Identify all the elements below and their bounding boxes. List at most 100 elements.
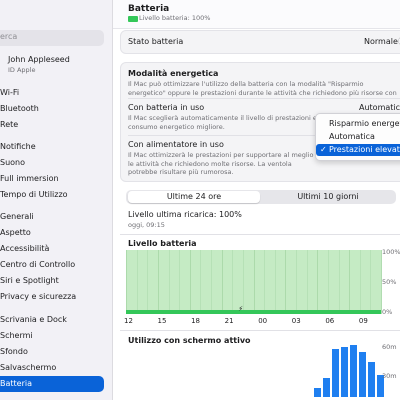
grid-line xyxy=(338,250,340,314)
grid-line xyxy=(274,250,276,314)
charging-icon: ⚡ xyxy=(238,305,244,313)
grid-line xyxy=(179,250,181,314)
page-header: Batteria Livello batteria: 100% xyxy=(113,0,400,29)
menu-option-low-power[interactable]: Risparmio energetico xyxy=(316,118,400,130)
sidebar-item-wi-fi[interactable]: Wi-Fi xyxy=(0,85,104,101)
sidebar-item-accessibilit-[interactable]: Accessibilità xyxy=(0,241,104,257)
energy-mode-menu[interactable]: Risparmio energetico Automatica ✓ Presta… xyxy=(315,113,400,161)
grid-line xyxy=(264,250,266,314)
usage-bar xyxy=(368,362,375,397)
grid-line xyxy=(211,250,212,314)
checkmark-icon: ✓ xyxy=(320,145,327,154)
battery-health-value: Normale xyxy=(364,37,398,46)
on-battery-value[interactable]: Automatica xyxy=(359,103,400,112)
battery-health-card: Stato batteria Normale ⓘ xyxy=(120,30,400,54)
battery-level-line xyxy=(126,310,381,314)
grid-line xyxy=(200,250,202,314)
on-battery-description: Il Mac sceglierà automaticamente il live… xyxy=(128,114,317,131)
tab-last-24-hours[interactable]: Ultime 24 ore xyxy=(128,191,260,203)
sidebar-item-scrivania-e-dock[interactable]: Scrivania e Dock xyxy=(0,312,104,328)
x-tick-label: 00 xyxy=(258,317,268,325)
page-subtitle: Livello batteria: 100% xyxy=(139,14,211,22)
time-range-segmented-control: Ultime 24 ore Ultimi 10 giorni xyxy=(126,190,396,204)
sidebar: erca John Appleseed ID Apple Wi-Fi Blueto… xyxy=(0,0,113,400)
y-label-100: 100% xyxy=(382,248,400,256)
grid-line xyxy=(232,250,234,314)
sidebar-item-tempo-di-utilizzo[interactable]: Tempo di Utilizzo xyxy=(0,187,104,203)
y-label-30m: 30m xyxy=(382,372,397,380)
usage-bar xyxy=(359,351,366,397)
x-tick-label: 15 xyxy=(157,317,167,325)
usage-bar xyxy=(314,388,321,397)
battery-health-label: Stato batteria xyxy=(128,37,184,46)
grid-line xyxy=(157,250,159,314)
menu-option-automatic[interactable]: Automatica xyxy=(316,131,400,143)
grid-line xyxy=(306,250,308,314)
battery-level-plot-area: ⚡ xyxy=(126,250,382,314)
grid-line xyxy=(285,250,287,314)
grid-line xyxy=(317,250,319,314)
grid-line xyxy=(126,250,127,314)
screen-usage-chart-title: Utilizzo con schermo attivo xyxy=(128,336,251,345)
on-adapter-label: Con alimentatore in uso xyxy=(128,140,224,149)
sidebar-item-batteria[interactable]: Batteria xyxy=(0,376,104,392)
user-account[interactable]: John Appleseed ID Apple xyxy=(0,53,112,79)
x-tick-label: 12 xyxy=(124,317,133,325)
divider xyxy=(128,98,400,99)
last-charge-label: Livello ultima ricarica: 100% xyxy=(128,210,242,219)
x-tick-label: 06 xyxy=(325,317,335,325)
grid-line xyxy=(136,250,138,314)
user-name: John Appleseed xyxy=(8,55,70,64)
grid-line xyxy=(359,250,361,314)
battery-level-chart-title: Livello batteria xyxy=(128,239,197,248)
grid-line xyxy=(168,250,170,314)
grid-line xyxy=(349,250,351,314)
on-battery-label: Con batteria in uso xyxy=(128,103,205,112)
grid-line xyxy=(370,250,372,314)
search-field[interactable]: erca xyxy=(0,30,104,46)
sidebar-item-aspetto[interactable]: Aspetto xyxy=(0,225,104,241)
usage-bar xyxy=(350,345,357,397)
sidebar-item-suono[interactable]: Suono xyxy=(0,155,104,171)
x-tick-label: 21 xyxy=(224,317,234,325)
sidebar-item-salvaschermo[interactable]: Salvaschermo xyxy=(0,360,104,376)
search-placeholder: erca xyxy=(0,32,18,41)
sidebar-item-siri-e-spotlight[interactable]: Siri e Spotlight xyxy=(0,273,104,289)
usage-bar xyxy=(341,346,348,397)
sidebar-item-centro-di-controllo[interactable]: Centro di Controllo xyxy=(0,257,104,273)
sidebar-item-generali[interactable]: Generali xyxy=(0,209,104,225)
y-label-0: 0% xyxy=(382,308,393,316)
energy-mode-description: Il Mac può ottimizzare l'utilizzo della … xyxy=(128,80,397,98)
grid-line xyxy=(327,250,329,314)
x-tick-label: 03 xyxy=(291,317,301,325)
sidebar-item-rete[interactable]: Rete xyxy=(0,117,104,133)
y-label-50: 50% xyxy=(382,278,397,286)
y-label-60m: 60m xyxy=(382,343,397,351)
on-adapter-description: Il Mac ottimizzerà le prestazioni per su… xyxy=(128,151,314,176)
grid-line xyxy=(253,250,255,314)
grid-line xyxy=(189,250,191,314)
menu-option-high-performance[interactable]: ✓ Prestazioni elevate xyxy=(316,144,400,156)
page-title: Batteria xyxy=(128,4,170,14)
user-apple-id: ID Apple xyxy=(8,66,36,74)
x-tick-label: 09 xyxy=(358,317,368,325)
sidebar-item-privacy-e-sicurezza[interactable]: Privacy e sicurezza xyxy=(0,289,104,305)
x-tick-label: 18 xyxy=(191,317,201,325)
usage-bar xyxy=(323,377,330,397)
tab-last-10-days[interactable]: Ultimi 10 giorni xyxy=(262,191,394,203)
grid-line xyxy=(147,250,149,314)
grid-line xyxy=(296,250,297,314)
grid-line xyxy=(221,250,223,314)
battery-icon xyxy=(128,16,138,22)
divider xyxy=(120,330,400,331)
divider xyxy=(120,234,400,235)
sidebar-item-full-immersion[interactable]: Full immersion xyxy=(0,171,104,187)
sidebar-item-notifiche[interactable]: Notifiche xyxy=(0,139,104,155)
sidebar-item-sfondo[interactable]: Sfondo xyxy=(0,344,104,360)
sidebar-item-schermi[interactable]: Schermi xyxy=(0,328,104,344)
usage-bar xyxy=(332,349,339,397)
sidebar-item-bluetooth[interactable]: Bluetooth xyxy=(0,101,104,117)
menu-option-high-performance-label: Prestazioni elevate xyxy=(329,145,400,154)
last-charge-time: oggi, 09:15 xyxy=(128,221,165,229)
energy-mode-title: Modalità energetica xyxy=(128,69,219,78)
